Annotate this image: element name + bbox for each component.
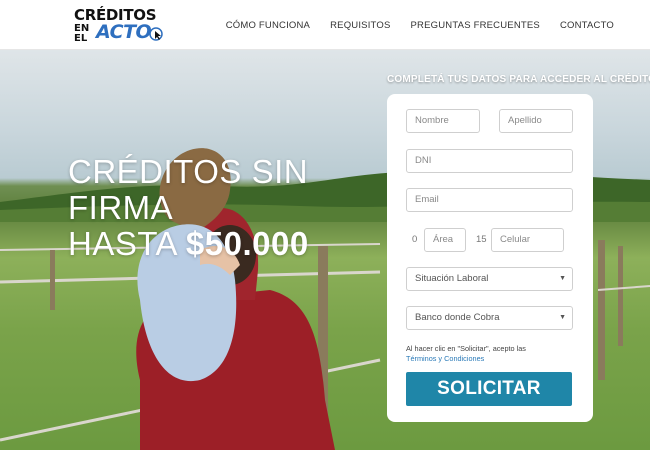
dropdown-arrow-icon: ▼ xyxy=(559,314,566,321)
hero-line-3-prefix: HASTA xyxy=(68,225,186,262)
nav-como-funciona[interactable]: CÓMO FUNCIONA xyxy=(226,20,310,31)
apellido-input[interactable]: Apellido xyxy=(499,109,573,133)
main-nav: CÓMO FUNCIONA REQUISITOS PREGUNTAS FRECU… xyxy=(226,20,614,31)
hero-line-3: HASTA $50.000 xyxy=(68,226,309,262)
logo-line-en-el: EN EL xyxy=(74,23,90,44)
nombre-input[interactable]: Nombre xyxy=(406,109,480,133)
nav-requisitos[interactable]: REQUISITOS xyxy=(330,20,390,31)
form-heading: COMPLETÁ TUS DATOS PARA ACCEDER AL CRÉDI… xyxy=(387,74,650,85)
credit-application-form: Nombre Apellido DNI Email 0 Área 15 Celu… xyxy=(387,94,593,422)
area-prefix: 0 xyxy=(412,234,418,245)
nav-contacto[interactable]: CONTACTO xyxy=(560,20,614,31)
site-header: CRÉDITOS EN EL ACTO CÓMO FUNCIONA REQUIS… xyxy=(0,0,650,50)
terms-text: Al hacer clic en "Solicitar", acepto las xyxy=(406,344,526,353)
click-cursor-icon xyxy=(149,27,163,41)
creditos-en-el-acto-logo[interactable]: CRÉDITOS EN EL ACTO xyxy=(74,8,166,46)
dropdown-arrow-icon: ▼ xyxy=(559,275,566,282)
nav-preguntas-frecuentes[interactable]: PREGUNTAS FRECUENTES xyxy=(411,20,540,31)
hero-line-2: FIRMA xyxy=(68,189,174,226)
situacion-laboral-select[interactable]: Situación Laboral ▼ xyxy=(406,267,573,291)
hero-line-1: CRÉDITOS SIN xyxy=(68,153,309,190)
solicitar-button[interactable]: SOLICITAR xyxy=(406,372,572,406)
hero-amount: $50.000 xyxy=(185,225,309,262)
terms-notice: Al hacer clic en "Solicitar", acepto las… xyxy=(406,344,586,364)
dni-input[interactable]: DNI xyxy=(406,149,573,173)
terms-link[interactable]: Términos y Condiciones xyxy=(406,354,484,363)
banco-select[interactable]: Banco donde Cobra ▼ xyxy=(406,306,573,330)
email-input[interactable]: Email xyxy=(406,188,573,212)
area-input[interactable]: Área xyxy=(424,228,466,252)
banco-value: Banco donde Cobra xyxy=(415,312,500,323)
hero-headline: CRÉDITOS SIN FIRMA HASTA $50.000 xyxy=(68,154,309,262)
celular-prefix: 15 xyxy=(476,234,487,245)
logo-line-acto: ACTO xyxy=(96,21,152,43)
situacion-laboral-value: Situación Laboral xyxy=(415,273,489,284)
celular-input[interactable]: Celular xyxy=(491,228,564,252)
